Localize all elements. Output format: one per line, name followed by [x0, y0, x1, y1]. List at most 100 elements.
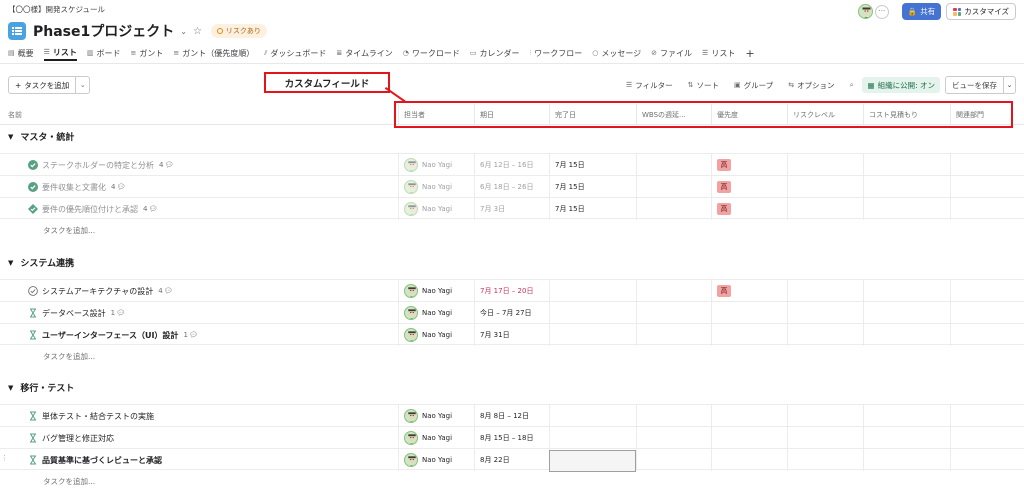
assignee-cell[interactable]: Nao Yagi [398, 405, 474, 427]
table-row[interactable]: ⋮ 品質基準に基づくレビューと承認 Nao Yagi 8月 22日 [0, 448, 1024, 471]
priority-cell[interactable]: 高 [711, 198, 787, 220]
table-row[interactable]: ユーザーインターフェース（UI）設計 1 💬︎ Nao Yagi 7月 31日 [0, 323, 1024, 346]
tab-calendar[interactable]: ▭ カレンダー [470, 45, 520, 61]
risk-level-cell[interactable] [787, 449, 863, 471]
org-public-toggle[interactable]: ▦ 組織に公開: オン [862, 77, 940, 93]
task-name[interactable]: 要件収集と文書化 [42, 182, 106, 193]
wbs-cell[interactable] [636, 324, 711, 346]
comment-count[interactable]: 4 💬︎ [111, 183, 125, 191]
table-row[interactable]: 要件収集と文書化 4 💬︎ Nao Yagi 6月 18日 – 26日 7月 15日 高 [0, 175, 1024, 198]
column-cost-estimate[interactable]: コスト見積もり [863, 104, 950, 125]
tab-list-2[interactable]: ☰ リスト [702, 45, 735, 61]
assignee-cell[interactable]: Nao Yagi [398, 198, 474, 220]
add-task-row[interactable]: タスクを追加... [43, 471, 95, 491]
task-name-cell[interactable]: バグ管理と修正対応 [42, 427, 114, 449]
filter-button[interactable]: ☰ フィルター [626, 80, 673, 91]
section-header[interactable]: ▼ マスタ・統計 [8, 130, 74, 144]
column-assignee[interactable]: 担当者 [398, 104, 474, 125]
department-cell[interactable] [950, 405, 1024, 427]
department-cell[interactable] [950, 302, 1024, 324]
table-row[interactable]: データベース設計 1 💬︎ Nao Yagi 今日 – 7月 27日 [0, 301, 1024, 324]
cost-estimate-cell[interactable] [863, 405, 950, 427]
wbs-cell[interactable] [636, 154, 711, 176]
add-task-row[interactable]: タスクを追加... [43, 346, 95, 366]
tab-gantt-priority[interactable]: ≡ ガント（優先度順） [173, 45, 254, 61]
assignee-cell[interactable]: Nao Yagi [398, 324, 474, 346]
department-cell[interactable] [950, 198, 1024, 220]
comment-count[interactable]: 1 💬︎ [111, 309, 125, 317]
project-list-icon[interactable] [8, 22, 26, 40]
hourglass-icon[interactable] [28, 433, 38, 443]
risk-level-cell[interactable] [787, 154, 863, 176]
due-date-cell[interactable]: 6月 18日 – 26日 [474, 176, 549, 198]
task-name-cell[interactable]: 品質基準に基づくレビューと承認 [42, 449, 162, 471]
priority-cell[interactable] [711, 324, 787, 346]
assignee-cell[interactable]: Nao Yagi [398, 427, 474, 449]
comment-count[interactable]: 4 💬︎ [143, 205, 157, 213]
table-row[interactable]: バグ管理と修正対応 Nao Yagi 8月 15日 – 18日 [0, 426, 1024, 449]
cost-estimate-cell[interactable] [863, 280, 950, 302]
caret-down-icon[interactable]: ▼ [8, 384, 13, 392]
risk-level-cell[interactable] [787, 198, 863, 220]
table-row[interactable]: ステークホルダーの特定と分析 4 💬︎ Nao Yagi 6月 12日 – 16日 7月 … [0, 153, 1024, 176]
column-risk-level[interactable]: リスクレベル [787, 104, 863, 125]
task-name[interactable]: 単体テスト・結合テストの実施 [42, 411, 154, 422]
table-row[interactable]: 要件の優先順位付けと承認 4 💬︎ Nao Yagi 7月 3日 7月 15日 高 [0, 197, 1024, 220]
column-wbs[interactable]: WBSの週延... [636, 104, 711, 125]
comment-count[interactable]: 1 💬︎ [183, 331, 197, 339]
hourglass-icon[interactable] [28, 411, 38, 421]
tab-overview[interactable]: ▤ 概要 [8, 45, 34, 61]
share-button[interactable]: 🔒 共有 [901, 3, 942, 20]
tab-workload[interactable]: ◔ ワークロード [403, 45, 460, 61]
chevron-down-icon[interactable]: ⌄ [1004, 76, 1016, 94]
department-cell[interactable] [950, 176, 1024, 198]
column-department[interactable]: 関連部門 [950, 104, 1024, 125]
risk-level-cell[interactable] [787, 324, 863, 346]
add-task-row[interactable]: タスクを追加... [43, 220, 95, 240]
cost-estimate-cell[interactable] [863, 176, 950, 198]
tab-file[interactable]: ⊘ ファイル [651, 45, 692, 61]
add-tab-icon[interactable]: + [745, 45, 754, 61]
caret-down-icon[interactable]: ▼ [8, 259, 13, 267]
task-name-cell[interactable]: 単体テスト・結合テストの実施 [42, 405, 154, 427]
table-row[interactable]: システムアーキテクチャの設計 4 💬︎ Nao Yagi 7月 17日 – 20日 高 [0, 279, 1024, 302]
due-date-cell[interactable]: 今日 – 7月 27日 [474, 302, 549, 324]
task-name[interactable]: 品質基準に基づくレビューと承認 [42, 455, 162, 466]
assignee-cell[interactable]: Nao Yagi [398, 154, 474, 176]
priority-cell[interactable]: 高 [711, 280, 787, 302]
section-header[interactable]: ▼ 移行・テスト [8, 381, 74, 395]
hourglass-icon[interactable] [28, 455, 38, 465]
table-row[interactable]: 単体テスト・結合テストの実施 Nao Yagi 8月 8日 – 12日 [0, 404, 1024, 427]
avatar[interactable] [857, 4, 873, 19]
group-button[interactable]: ▣ グループ [734, 80, 773, 91]
cost-estimate-cell[interactable] [863, 302, 950, 324]
column-due[interactable]: 期日 [474, 104, 549, 125]
comment-count[interactable]: 4 💬︎ [159, 161, 173, 169]
wbs-cell[interactable] [636, 280, 711, 302]
cost-estimate-cell[interactable] [863, 198, 950, 220]
department-cell[interactable] [950, 427, 1024, 449]
cost-estimate-cell[interactable] [863, 324, 950, 346]
tab-list[interactable]: ☰ リスト [43, 45, 77, 61]
chevron-down-icon[interactable]: ⌄ [180, 27, 187, 36]
tab-dashboard[interactable]: ⫽ ダッシュボード [264, 45, 326, 61]
done-date-cell[interactable] [549, 405, 636, 427]
tab-board[interactable]: ▥ ボード [87, 45, 121, 61]
customize-button[interactable]: カスタマイズ [946, 3, 1016, 20]
more-members-icon[interactable]: ··· [874, 4, 889, 19]
tab-workflow[interactable]: ⫶ ワークフロー [529, 45, 582, 61]
task-name-cell[interactable]: 要件の優先順位付けと承認 4 💬︎ [42, 198, 157, 220]
task-name[interactable]: バグ管理と修正対応 [42, 433, 114, 444]
wbs-cell[interactable] [636, 176, 711, 198]
done-date-cell[interactable] [549, 280, 636, 302]
tab-message[interactable]: ○ メッセージ [592, 45, 641, 61]
assignee-cell[interactable]: Nao Yagi [398, 449, 474, 471]
due-date-cell[interactable]: 7月 3日 [474, 198, 549, 220]
task-name-cell[interactable]: システムアーキテクチャの設計 4 💬︎ [42, 280, 173, 302]
department-cell[interactable] [950, 280, 1024, 302]
section-title[interactable]: マスタ・統計 [20, 130, 74, 143]
done-date-cell[interactable]: 7月 15日 [549, 198, 636, 220]
task-name-cell[interactable]: ユーザーインターフェース（UI）設計 1 💬︎ [42, 324, 198, 346]
due-date-cell[interactable]: 8月 15日 – 18日 [474, 427, 549, 449]
add-task-button[interactable]: + タスクを追加 [8, 76, 77, 94]
